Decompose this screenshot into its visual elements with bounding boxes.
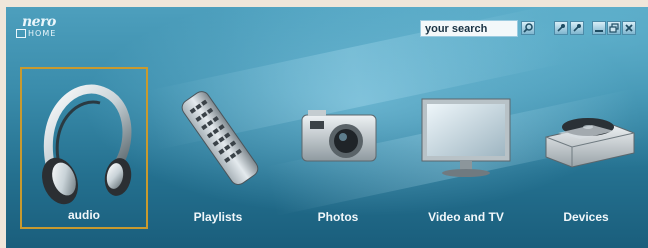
tile-audio-label: audio — [68, 208, 100, 222]
pin-icon — [573, 24, 581, 32]
tile-video-and-tv[interactable]: Video and TV — [402, 67, 530, 229]
pin-button-2[interactable] — [570, 21, 584, 35]
tile-audio[interactable]: audio — [20, 67, 148, 229]
minimize-icon — [595, 30, 603, 32]
headphones-icon — [42, 84, 132, 205]
logo-nero-text: nero — [22, 14, 56, 30]
logo-home-row: HOME — [16, 29, 56, 38]
pin-button[interactable] — [554, 21, 568, 35]
nero-home-window: nero HOME your search audio Playlists Ph… — [6, 7, 648, 248]
camera-icon — [301, 110, 377, 162]
nero-home-logo: nero HOME — [16, 15, 56, 38]
search-input[interactable]: your search — [420, 20, 518, 37]
logo-box-icon — [16, 29, 26, 38]
tile-devices[interactable]: Devices — [522, 67, 648, 229]
tile-photos[interactable]: Photos — [274, 67, 402, 229]
close-button[interactable] — [622, 21, 636, 35]
restore-button[interactable] — [607, 21, 621, 35]
minimize-button[interactable] — [592, 21, 606, 35]
search-button[interactable] — [521, 21, 535, 35]
logo-home-text: HOME — [28, 28, 57, 38]
tile-video-and-tv-label: Video and TV — [428, 210, 504, 224]
tile-photos-label: Photos — [317, 210, 359, 224]
tile-playlists-label: Playlists — [193, 210, 243, 224]
restore-icon — [609, 23, 619, 33]
tile-playlists[interactable]: Playlists — [154, 67, 282, 229]
remote-control-icon — [181, 91, 259, 185]
monitor-icon — [421, 98, 511, 177]
tile-devices-label: Devices — [563, 210, 609, 224]
pin-icon — [557, 24, 565, 32]
magnifier-icon — [523, 23, 533, 33]
optical-drive-icon — [545, 118, 635, 168]
close-icon — [625, 24, 633, 32]
